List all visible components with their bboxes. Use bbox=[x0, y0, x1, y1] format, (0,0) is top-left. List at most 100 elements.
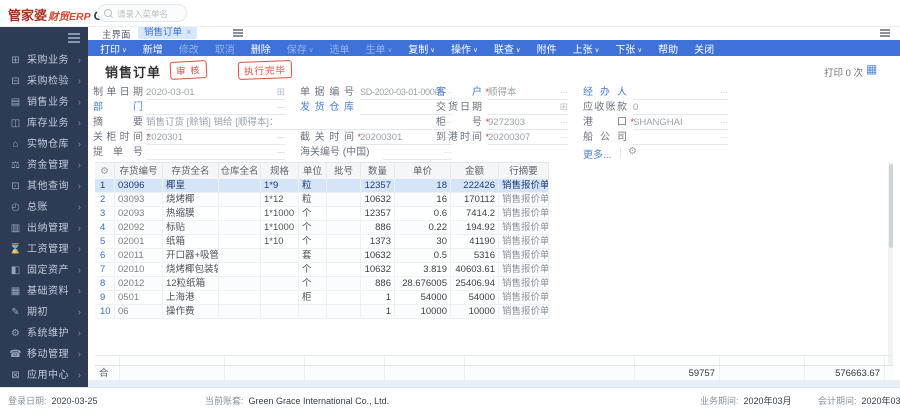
sidebar-item-label: 系统维护 bbox=[27, 328, 69, 339]
row-number-cell: 1 bbox=[95, 179, 115, 192]
query-icon: ⊡ bbox=[11, 181, 20, 192]
warehouse-name-cell bbox=[219, 193, 261, 206]
sidebar-item-assets[interactable]: ◧ 固定资产 › bbox=[0, 260, 88, 281]
warehouse-name-cell bbox=[219, 235, 261, 248]
sidebar-item-inspection[interactable]: ⊟ 采购检验 › bbox=[0, 71, 88, 92]
tab-home[interactable]: 主界面 bbox=[102, 27, 131, 41]
sidebar-item-cashier[interactable]: ▥ 出纳管理 › bbox=[0, 218, 88, 239]
table-row[interactable]: 602011开口器+吸管 套 106320.55316销售报价单... bbox=[95, 249, 549, 263]
batch-no-cell bbox=[327, 263, 361, 276]
search-input[interactable] bbox=[115, 6, 185, 21]
batch-no-cell bbox=[327, 179, 361, 192]
row-number-cell: 3 bbox=[95, 207, 115, 220]
sidebar-item-label: 出纳管理 bbox=[27, 223, 69, 234]
ship-warehouse-label[interactable]: 发货仓库 bbox=[300, 101, 354, 114]
sidebar-item-payroll[interactable]: ⌛ 工资管理 › bbox=[0, 239, 88, 260]
handler-label[interactable]: 经办人 bbox=[583, 86, 627, 99]
port-field[interactable]: SHANGHAI bbox=[633, 116, 728, 130]
amount-cell: 194.92 bbox=[451, 221, 499, 234]
close-tab-icon[interactable] bbox=[186, 27, 191, 37]
customer-field[interactable]: 顺得本 bbox=[488, 86, 568, 100]
grid-settings-gear-icon[interactable] bbox=[100, 166, 109, 177]
container-no-field[interactable]: 9272303 bbox=[488, 116, 568, 130]
unit-cell: 个 bbox=[299, 263, 327, 276]
chevron-right-icon: › bbox=[77, 97, 81, 108]
sidebar-item-basedata[interactable]: ▦ 基础资料 › bbox=[0, 281, 88, 302]
sidebar-item-label: 总账 bbox=[27, 202, 48, 213]
table-row[interactable]: 502001纸箱 1*10个 13733041190销售报价单... bbox=[95, 235, 549, 249]
menu-search[interactable] bbox=[97, 4, 187, 22]
spec-cell: 1*1000 bbox=[261, 221, 299, 234]
make-date-field[interactable]: 2020-03-01 bbox=[146, 86, 285, 100]
table-row[interactable]: 203093烧烤椰 1*12粒 1063216170112销售报价单... bbox=[95, 193, 549, 207]
table-row[interactable]: 1006操作费11000010000销售报价单... bbox=[95, 305, 549, 319]
warehouse-name-cell bbox=[219, 249, 261, 262]
sidebar-item-sales[interactable]: ▤ 销售业务 › bbox=[0, 92, 88, 113]
sidebar-item-mobile[interactable]: ☎ 移动管理 › bbox=[0, 344, 88, 365]
more-fields-link[interactable]: 更多... bbox=[583, 146, 611, 161]
toolbar-button-label: 复制 bbox=[408, 45, 429, 56]
toolbar-button-label: 新增 bbox=[142, 45, 163, 56]
sidebar-item-appcenter[interactable]: ⊠ 应用中心 › bbox=[0, 365, 88, 386]
unit-cell: 柜 bbox=[299, 291, 327, 304]
shipping-co-field[interactable] bbox=[633, 131, 728, 145]
delivery-date-field[interactable] bbox=[488, 101, 568, 115]
customs-no-field[interactable] bbox=[383, 146, 452, 160]
department-field[interactable] bbox=[146, 101, 285, 115]
tabbar-menu-icon[interactable] bbox=[880, 29, 890, 31]
amount-cell: 25406.94 bbox=[451, 277, 499, 290]
item-name-cell: 标贴 bbox=[163, 221, 219, 234]
table-row[interactable]: 702010烧烤椰包装袋 个 106323.81940603.61销售报价单... bbox=[95, 263, 549, 277]
sidebar-item-opening[interactable]: ✎ 期初 › bbox=[0, 302, 88, 323]
caret-down-icon bbox=[309, 47, 314, 54]
sidebar-item-ledger[interactable]: ◴ 总账 › bbox=[0, 197, 88, 218]
batch-no-cell bbox=[327, 249, 361, 262]
chevron-right-icon: › bbox=[77, 370, 81, 381]
sidebar-item-warehouse[interactable]: ⌂ 实物仓库 › bbox=[0, 134, 88, 155]
sidebar-item-maintenance[interactable]: ⚙ 系统维护 › bbox=[0, 323, 88, 344]
hamburger-icon[interactable] bbox=[68, 33, 80, 35]
chevron-right-icon: › bbox=[77, 265, 81, 276]
batch-no-cell bbox=[327, 277, 361, 290]
row-summary-cell: 销售报价单... bbox=[499, 305, 549, 318]
sidebar-item-purchase[interactable]: ⊞ 采购业务 › bbox=[0, 50, 88, 71]
arrival-time-label: 到港时间 bbox=[436, 131, 489, 144]
tab-list-icon[interactable] bbox=[233, 29, 243, 31]
sidebar-item-query[interactable]: ⊡ 其他查询 › bbox=[0, 176, 88, 197]
item-code-cell: 0501 bbox=[115, 291, 163, 304]
arrival-time-field[interactable]: 20200307 bbox=[488, 131, 568, 145]
row-number-cell: 5 bbox=[95, 235, 115, 248]
department-label[interactable]: 部门 bbox=[93, 101, 143, 114]
table-row[interactable]: 402092标贴 1*1000个 8860.22194.92销售报价单... bbox=[95, 221, 549, 235]
horizontal-scrollbar[interactable] bbox=[88, 380, 900, 387]
customer-label[interactable]: 客户 bbox=[436, 86, 489, 99]
qty-cell: 1 bbox=[361, 291, 395, 304]
totals-label: 合计 bbox=[95, 366, 120, 394]
spec-cell bbox=[261, 263, 299, 276]
chevron-right-icon: › bbox=[77, 244, 81, 255]
table-row[interactable]: 302093热缩膜 1*1000个 123570.67414.2销售报价单... bbox=[95, 207, 549, 221]
sidebar-item-funds[interactable]: ⚖ 资金管理 › bbox=[0, 155, 88, 176]
table-row[interactable]: 80201212粒纸箱 个 88628.67600525406.94销售报价单... bbox=[95, 277, 549, 291]
receivable-field[interactable]: 0 bbox=[633, 101, 728, 115]
sidebar-item-label: 固定资产 bbox=[27, 265, 69, 276]
tab-sales-order[interactable]: 销售订单 bbox=[138, 26, 198, 39]
lading-no-field[interactable] bbox=[146, 146, 285, 160]
table-row[interactable]: 90501上海港柜15400054000销售报价单... bbox=[95, 291, 549, 305]
vertical-scrollbar[interactable] bbox=[888, 162, 893, 380]
qr-code-icon[interactable] bbox=[866, 63, 879, 76]
close-time-field[interactable]: 2020301 bbox=[146, 131, 285, 145]
mobile-icon: ☎ bbox=[9, 349, 22, 360]
spec-cell bbox=[261, 277, 299, 290]
app: { "topbar": { "brand": "管家婆", "product":… bbox=[0, 0, 900, 410]
item-name-cell: 12粒纸箱 bbox=[163, 277, 219, 290]
form-settings-gear-icon[interactable] bbox=[628, 146, 637, 157]
chevron-right-icon: › bbox=[77, 349, 81, 360]
row-summary-cell: 销售报价单... bbox=[499, 263, 549, 276]
summary-field[interactable]: 销售订货 [赊销] 销给 [顺得本]： bbox=[146, 116, 452, 130]
sidebar-item-inventory[interactable]: ◫ 库存业务 › bbox=[0, 113, 88, 134]
table-row[interactable]: 103096椰皇 1*9粒 1235718222426销售报价单... bbox=[95, 179, 549, 193]
handler-field[interactable] bbox=[633, 86, 728, 100]
toolbar-button-label: 选单 bbox=[329, 45, 350, 56]
divider bbox=[620, 147, 621, 158]
